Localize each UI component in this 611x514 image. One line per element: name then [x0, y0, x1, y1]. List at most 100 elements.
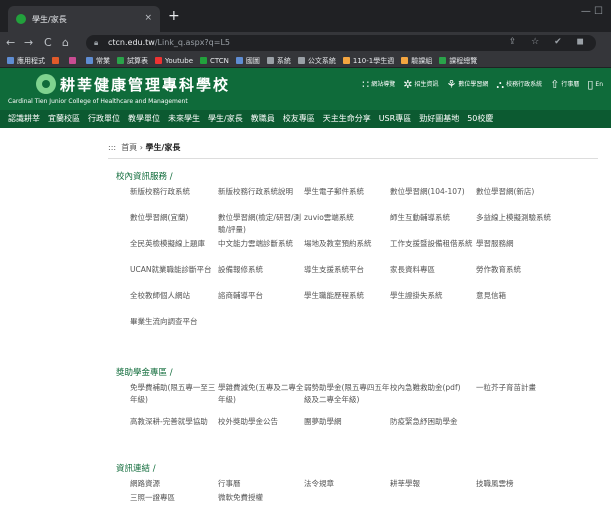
bookmark-label: 驗課組 [411, 57, 433, 65]
bookmark-label: 常業 [96, 57, 110, 65]
service-link[interactable]: 行事曆 [218, 478, 306, 490]
service-link[interactable]: 網路資源 [130, 478, 218, 490]
service-link[interactable]: 師生互動輔導系統 [390, 212, 478, 224]
main-nav-item[interactable]: 未來學生 [168, 110, 200, 128]
bookmark-item[interactable] [69, 54, 79, 67]
service-link[interactable]: 全校教師個人網站 [130, 290, 218, 302]
service-link[interactable]: 學生職能歷程系統 [304, 290, 392, 302]
top-link-icon: ✲ [403, 78, 413, 91]
service-link[interactable]: 家長資料專區 [390, 264, 478, 276]
service-link[interactable]: 高教深耕-完善就學協助 [130, 416, 218, 428]
bookmark-item[interactable]: 應用程式 [7, 54, 45, 67]
service-link[interactable]: 三照一證專區 [130, 492, 218, 504]
bookmark-item[interactable]: 國圖 [235, 54, 260, 67]
main-nav-item[interactable]: 認識耕莘 [8, 110, 40, 128]
service-link[interactable]: zuvio雲端系統 [304, 212, 392, 224]
service-link[interactable]: 校外獎助學金公告 [218, 416, 306, 428]
bookmark-label: 應用程式 [17, 57, 45, 65]
top-link-label: 數位學習網 [458, 81, 489, 88]
service-link[interactable]: 數位學習網(宜蘭) [130, 212, 218, 224]
bookmark-label: 110-1學生週 [352, 57, 395, 65]
service-link[interactable]: 意見信箱 [476, 290, 564, 302]
service-link[interactable]: 一粒芥子育苗計畫 [476, 382, 564, 394]
service-link[interactable]: 數位學習網(檢定/研習/測驗/評量) [218, 212, 306, 236]
main-nav-item[interactable]: 勁好圖基地 [419, 110, 459, 128]
home-button[interactable]: ⌂ [62, 36, 69, 49]
main-nav-item[interactable]: 行政單位 [88, 110, 120, 128]
service-link[interactable]: 學生證掛失系統 [390, 290, 478, 302]
main-nav-item[interactable]: 教學單位 [128, 110, 160, 128]
main-nav-item[interactable]: 天主生命分享 [323, 110, 371, 128]
main-navigation: 認識耕莘 宜蘭校區 行政單位 教學單位 未來學生 學生/家長 教職員 校友專區 天主生命分享 US… [0, 110, 611, 128]
service-link[interactable]: 全民英檢模擬線上題庫 [130, 238, 218, 250]
main-nav-item[interactable]: 校友專區 [283, 110, 315, 128]
service-link[interactable]: 學習服務網 [476, 238, 564, 250]
service-link[interactable]: 新版校務行政系統說明 [218, 186, 306, 198]
bookmark-item[interactable] [52, 54, 62, 67]
service-link[interactable]: 新版校務行政系統 [130, 186, 218, 198]
service-link[interactable]: 諮商輔導平台 [218, 290, 306, 302]
service-link[interactable]: 防疫緊急紓困助學金 [390, 416, 478, 428]
top-link[interactable]: ∷ 網站導覽 [362, 78, 395, 91]
main-nav-item[interactable]: 學生/家長 [208, 110, 243, 128]
top-link[interactable]: ✲ 招生資訊 [403, 78, 438, 91]
window-controls[interactable]: — ☐ [581, 6, 603, 17]
bookmark-item[interactable]: Youtube [155, 54, 193, 67]
site-header: 耕莘健康管理專科學校 Cardinal Tien Junior College … [0, 68, 611, 110]
service-link[interactable]: 工作支援暨設備租借系統 [390, 238, 478, 250]
breadcrumb-home[interactable]: 首頁 [121, 143, 137, 152]
service-link[interactable]: 免學費補助(限五專一至三年級) [130, 382, 218, 406]
bookmark-label: 試算表 [127, 57, 148, 65]
bookmark-item[interactable]: 驗課組 [401, 54, 433, 67]
service-link[interactable]: 團夢助學網 [304, 416, 392, 428]
service-link[interactable]: 技職風雲榜 [476, 478, 564, 490]
bookmark-item[interactable]: CTCN [200, 54, 229, 67]
service-link[interactable]: 勞作教育系統 [476, 264, 564, 276]
main-nav-item[interactable]: USR專區 [379, 110, 412, 128]
service-link[interactable]: 學雜費減免(五專及二專全年級) [218, 382, 306, 406]
bookmark-item[interactable]: 公文系統 [297, 54, 336, 67]
new-tab-button[interactable]: + [168, 8, 180, 24]
tab-close-icon[interactable]: × [144, 13, 152, 23]
bookmark-item[interactable]: 試算表 [117, 54, 148, 67]
browser-tab-bar: 學生/家長 × + — ☐ [0, 0, 611, 32]
bookmark-item[interactable]: 110-1學生週 [342, 54, 395, 67]
service-link[interactable]: 數位學習網(新店) [476, 186, 564, 198]
service-link[interactable]: 數位學習網(104-107) [390, 186, 478, 198]
main-nav-item[interactable]: 50校慶 [467, 110, 493, 128]
service-link[interactable]: 導生支援系統平台 [304, 264, 392, 276]
top-link[interactable]: ⛬ 校務行政系統 [496, 78, 542, 92]
forward-button[interactable]: → [24, 36, 33, 49]
service-link[interactable]: 耕莘學報 [390, 478, 478, 490]
service-link[interactable]: 法令規章 [304, 478, 392, 490]
service-link[interactable]: UCAN就業職能診斷平台 [130, 264, 218, 276]
service-link[interactable]: 弱勢助學金(限五專四五年級及二專全年級) [304, 382, 392, 406]
site-name[interactable]: 耕莘健康管理專科學校 [60, 74, 230, 95]
bookmark-item[interactable]: 課程總覽 [439, 54, 477, 67]
bookmark-icon [7, 57, 14, 64]
top-link[interactable]: ⚘ 數位學習網 [447, 78, 489, 91]
bookmark-label: 公文系統 [307, 57, 336, 65]
omnibox-icons[interactable]: ⇪ ☆ ✔ ◼ [509, 37, 590, 47]
bookmark-item[interactable]: 常業 [86, 54, 110, 67]
service-link[interactable]: 校內急難救助金(pdf) [390, 382, 478, 394]
main-nav-item[interactable]: 宜蘭校區 [48, 110, 80, 128]
school-logo-icon[interactable] [36, 74, 56, 94]
top-link-label: 校務行政系統 [506, 81, 543, 88]
top-link[interactable]: ▯ En [587, 78, 603, 91]
service-link[interactable]: 學生電子郵件系統 [304, 186, 392, 198]
service-link[interactable]: 設備報修系統 [218, 264, 306, 276]
browser-tab[interactable]: 學生/家長 × [8, 6, 160, 32]
service-link[interactable]: 中文能力雲端診斷系統 [218, 238, 306, 250]
main-nav-item[interactable]: 教職員 [251, 110, 275, 128]
back-button[interactable]: ← [6, 36, 15, 49]
service-link[interactable]: 多益線上模擬測驗系統 [476, 212, 564, 224]
service-link[interactable]: 場地及教室預約系統 [304, 238, 392, 250]
reload-button[interactable]: C [44, 36, 52, 49]
bookmark-label: 國圖 [245, 57, 260, 65]
bookmark-item[interactable]: 系統 [266, 54, 291, 67]
service-link[interactable]: 微軟免費授權 [218, 492, 306, 504]
address-bar[interactable]: 🔒︎ ctcn.edu.tw/Link_q.aspx?q=L5 ⇪ ☆ ✔ ◼ [86, 35, 596, 51]
service-link[interactable]: 畢業生流向調查平台 [130, 316, 218, 328]
top-link[interactable]: ⇧ 行事曆 [550, 78, 579, 91]
